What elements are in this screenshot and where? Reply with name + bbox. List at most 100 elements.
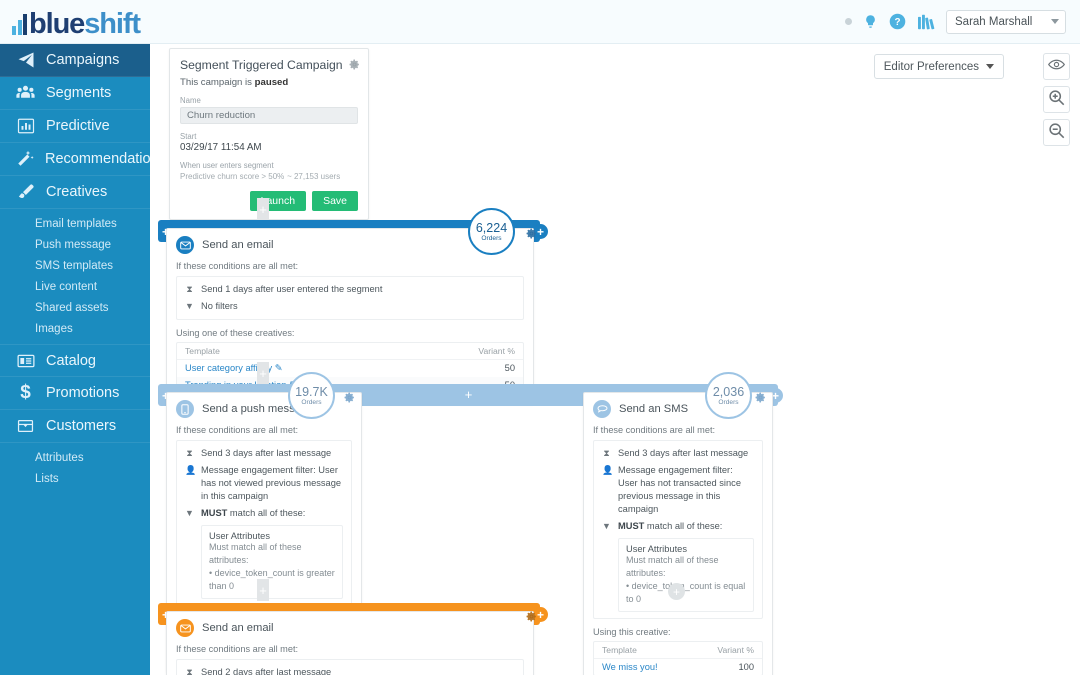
conditions-box: ⧗ Send 2 days after last message 👤 Messa… xyxy=(176,659,524,675)
orders-label: Orders xyxy=(718,398,739,406)
connector-add-button-2[interactable]: + xyxy=(257,362,269,384)
status-dot-icon xyxy=(845,18,852,25)
hourglass-icon: ⧗ xyxy=(603,448,610,458)
filter-icon: ▼ xyxy=(602,521,611,531)
mobile-icon xyxy=(176,400,194,418)
sidebar-subitem-push-message[interactable]: Push message xyxy=(0,234,150,255)
node-settings-gear-icon[interactable] xyxy=(755,390,766,408)
attribute-group-box: User Attributes Must match all of these … xyxy=(618,538,754,612)
sidebar-subitem-images[interactable]: Images xyxy=(0,318,150,339)
table-row: We miss you! 100 xyxy=(594,659,762,675)
condition-text: Send 3 days after last message xyxy=(618,448,749,458)
users-icon xyxy=(16,84,35,103)
zoom-out-icon xyxy=(1048,122,1065,144)
connector-add-button-1[interactable]: + xyxy=(257,198,269,220)
sidebar-subitem-lists[interactable]: Lists xyxy=(0,468,150,489)
variant-pct: 100 xyxy=(738,662,754,672)
col-template: Template xyxy=(602,645,637,655)
campaign-card-actions: Launch Save xyxy=(180,191,358,211)
lightbulb-icon[interactable] xyxy=(863,13,878,30)
condition-text: Message engagement filter: User has not … xyxy=(618,465,741,514)
condition-row: ▼ No filters xyxy=(185,300,515,313)
node-settings-gear-icon[interactable] xyxy=(526,226,537,244)
dollar-icon: $ xyxy=(20,382,31,403)
table-header: Template Variant % xyxy=(594,642,762,659)
start-label: Start xyxy=(180,132,197,141)
zoom-in-icon xyxy=(1048,89,1065,111)
conditions-label: If these conditions are all met: xyxy=(593,425,716,435)
must-prefix: MUST xyxy=(201,508,228,518)
box-icon xyxy=(16,417,35,436)
sidebar-item-catalog[interactable]: Catalog xyxy=(0,344,150,377)
status-badge: paused xyxy=(254,77,289,88)
template-link[interactable]: We miss you! xyxy=(602,662,658,672)
attribute-item: • device_token_count is equal to 0 xyxy=(626,581,746,604)
must-suffix: match all of these: xyxy=(227,508,306,518)
blueshift-logo[interactable]: blueshift xyxy=(12,7,141,40)
orders-badge-email-top: 6,224 Orders xyxy=(468,208,515,255)
top-bar-actions: ? Sarah Marshall xyxy=(845,9,1080,34)
chevron-down-icon xyxy=(1051,19,1059,24)
sidebar-item-recommendations[interactable]: Recommendations xyxy=(0,143,166,176)
logo-text-shift: shift xyxy=(84,7,141,40)
connector-add-button-3[interactable]: + xyxy=(257,579,269,601)
sidebar-item-creatives[interactable]: Creatives xyxy=(0,176,150,209)
sidebar-item-segments[interactable]: Segments xyxy=(0,77,150,110)
zoom-in-button[interactable] xyxy=(1043,86,1070,113)
condition-row: ⧗ Send 3 days after last message xyxy=(602,447,754,460)
editor-preferences-button[interactable]: Editor Preferences xyxy=(873,54,1004,79)
node-settings-gear-icon[interactable] xyxy=(344,390,355,408)
attribute-group-title: User Attributes xyxy=(209,531,270,541)
status-prefix: This campaign is xyxy=(180,77,255,88)
user-menu[interactable]: Sarah Marshall xyxy=(946,9,1066,34)
chevron-down-icon xyxy=(986,64,994,69)
orders-badge-push: 19.7K Orders xyxy=(288,372,335,419)
help-icon[interactable]: ? xyxy=(889,13,906,30)
sms-add-child-button[interactable]: + xyxy=(668,583,685,600)
sidebar-label-catalog: Catalog xyxy=(46,352,96,369)
label: Images xyxy=(35,322,73,335)
magic-wand-icon xyxy=(16,150,34,169)
node-settings-gear-icon[interactable] xyxy=(526,609,537,627)
orders-label: Orders xyxy=(481,234,502,242)
top-bar: blueshift ? Sarah Marshall xyxy=(0,0,1080,44)
sidebar-label-segments: Segments xyxy=(46,85,112,101)
sidebar-subitem-live-content[interactable]: Live content xyxy=(0,276,150,297)
attribute-item: • device_token_count is greater than 0 xyxy=(209,568,335,591)
library-icon[interactable] xyxy=(917,14,935,30)
svg-text:?: ? xyxy=(894,17,900,28)
sidebar-subitem-email-templates[interactable]: Email templates xyxy=(0,213,150,234)
editor-preferences-label: Editor Preferences xyxy=(883,60,979,73)
save-button[interactable]: Save xyxy=(312,191,358,211)
campaign-name-input[interactable]: Churn reduction xyxy=(180,107,358,124)
col-variant: Variant % xyxy=(717,645,754,655)
sidebar-subitem-shared-assets[interactable]: Shared assets xyxy=(0,297,150,318)
sidebar-subitem-attributes[interactable]: Attributes xyxy=(0,447,150,468)
sidebar-item-customers[interactable]: Customers xyxy=(0,410,150,443)
sidebar-item-promotions[interactable]: $ Promotions xyxy=(0,377,150,410)
gear-icon[interactable] xyxy=(349,57,360,75)
must-suffix: match all of these: xyxy=(644,521,723,531)
preview-toggle-button[interactable] xyxy=(1043,53,1070,80)
name-label: Name xyxy=(180,96,201,105)
pencil-icon[interactable]: ✎ xyxy=(275,363,283,373)
branch-add-button[interactable]: + xyxy=(462,387,475,402)
plus-icon: + xyxy=(259,365,267,381)
sidebar-subitem-sms-templates[interactable]: SMS templates xyxy=(0,255,150,276)
campaign-status-line: This campaign is paused xyxy=(180,77,358,88)
zoom-out-button[interactable] xyxy=(1043,119,1070,146)
orders-label: Orders xyxy=(301,398,322,406)
trigger-label: When user enters segment xyxy=(180,161,274,170)
sidebar-label-predictive: Predictive xyxy=(46,118,110,134)
sidebar-item-predictive[interactable]: Predictive xyxy=(0,110,150,143)
campaign-name-value: Churn reduction xyxy=(187,110,256,121)
condition-text: Send 3 days after last message xyxy=(201,448,332,458)
plus-icon: + xyxy=(259,582,267,598)
trigger-count: ~ 27,153 users xyxy=(287,172,341,181)
journey-canvas[interactable]: Editor Preferences Segment Triggered Cam… xyxy=(150,44,1080,675)
plus-icon: + xyxy=(536,607,544,622)
orders-value: 19.7K xyxy=(295,384,328,399)
label: Lists xyxy=(35,472,59,485)
col-template: Template xyxy=(185,346,220,356)
sidebar-item-campaigns[interactable]: Campaigns xyxy=(0,44,150,77)
